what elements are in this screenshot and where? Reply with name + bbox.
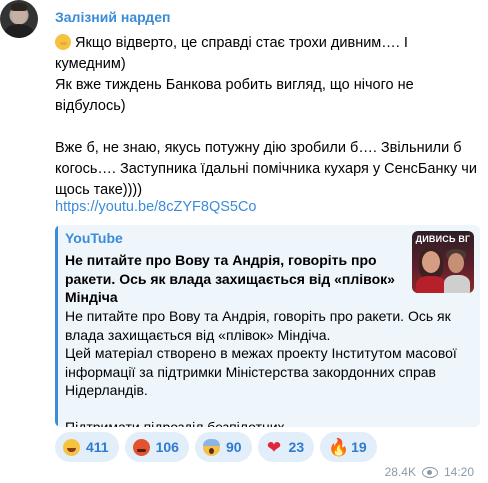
message-bubble: Залізний нардеп Якщо відверто, це справд… [44, 0, 484, 483]
link-preview[interactable]: YouTube Не питайте про Вову та Андрія, г… [55, 225, 480, 427]
message-line: Як вже тиждень Банкова робить вигляд, що… [55, 77, 414, 93]
preview-thumbnail[interactable]: ДИВИСЬ ВГ [412, 231, 474, 293]
reaction-count: 23 [288, 439, 305, 455]
angry-emoji-icon [132, 438, 150, 456]
youtube-link[interactable]: https://youtu.be/8cZYF8QS5Co [55, 199, 257, 215]
reaction-rofl[interactable]: 411 [55, 432, 119, 462]
thumb-person-face [422, 251, 440, 273]
thumb-person-body [444, 275, 470, 293]
preview-accent-bar [55, 225, 58, 427]
message-time: 14:20 [443, 465, 474, 479]
preview-site-name: YouTube [65, 230, 123, 246]
preview-title: Не питайте про Вову та Андрія, говоріть … [65, 252, 395, 305]
message-line: щось таке)))) [55, 182, 143, 198]
message-line: Якщо відверто, це справді стає трохи див… [55, 35, 408, 72]
message-meta: 28.4K 14:20 [385, 465, 474, 479]
scream-emoji-icon [202, 438, 220, 456]
reaction-scream[interactable]: 90 [194, 432, 252, 462]
message-line: відбулось) [55, 98, 126, 114]
reaction-count: 90 [225, 439, 242, 455]
reaction-count: 411 [86, 439, 109, 455]
avatar-hair [11, 3, 27, 11]
reactions-bar: 411 106 90 ❤ 23 🔥 19 [55, 432, 377, 462]
view-count: 28.4K [384, 465, 416, 479]
heart-emoji-icon: ❤ [266, 437, 282, 457]
message-text: Якщо відверто, це справді стає трохи див… [55, 33, 480, 201]
avatar-body [4, 24, 34, 38]
rofl-emoji-icon [63, 438, 80, 456]
reaction-count: 19 [351, 439, 367, 455]
preview-desc-paragraph: Підтримати підрозділ безпілотних… [65, 419, 299, 427]
preview-desc-paragraph: Цей матеріал створено в межах проекту Ін… [65, 345, 457, 398]
fire-emoji-icon: 🔥 [328, 437, 350, 457]
message-line: Вже б, не знаю, якусь потужну дію зробил… [55, 140, 462, 156]
preview-desc-paragraph: Не питайте про Вову та Андрія, говоріть … [65, 308, 451, 343]
author-name[interactable]: Залізний нардеп [55, 9, 170, 25]
reaction-fire[interactable]: 🔥 19 [320, 432, 377, 462]
thumb-person-face [448, 253, 464, 273]
reaction-count: 106 [155, 439, 179, 455]
reaction-angry[interactable]: 106 [124, 432, 189, 462]
eye-icon [421, 466, 438, 478]
channel-avatar[interactable] [0, 0, 38, 38]
shushing-face-icon [55, 34, 71, 50]
message-line: когось…. Заступника їдальні помічника ку… [55, 161, 477, 177]
reaction-heart[interactable]: ❤ 23 [257, 432, 315, 462]
thumb-caption: ДИВИСЬ ВГ [415, 234, 471, 244]
preview-description: Не питайте про Вову та Андрія, говоріть … [65, 307, 480, 427]
thumb-person-body [416, 276, 446, 293]
